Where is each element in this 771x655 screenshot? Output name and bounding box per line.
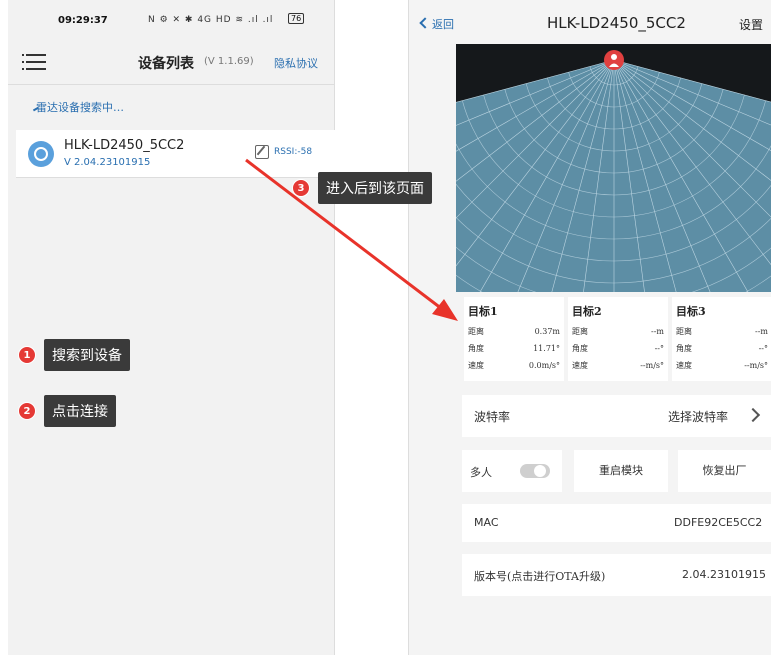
- device-title: HLK-LD2450_5CC2: [547, 14, 686, 32]
- battery-icon: 76: [288, 13, 305, 24]
- settings-button[interactable]: 设置: [739, 16, 763, 33]
- angle-value: --°: [654, 344, 664, 353]
- status-bar: 09:29:37 N ⚙ ✕ ✱ 4G HD ≋ .ıl .ıl 76: [8, 12, 335, 32]
- device-list-item[interactable]: HLK-LD2450_5CC2 V 2.04.23101915 RSSI:-58: [16, 130, 335, 178]
- restart-module-button[interactable]: 重启模块: [574, 450, 668, 492]
- distance-value: --m: [755, 327, 768, 336]
- edit-icon[interactable]: [255, 145, 269, 159]
- firmware-version-row[interactable]: 版本号(点击进行OTA升级) 2.04.23101915: [462, 554, 771, 596]
- speed-label: 速度: [676, 361, 692, 370]
- multi-person-toggle[interactable]: [520, 464, 550, 478]
- target-title: 目标2: [572, 305, 602, 318]
- mac-row: MAC DDFE92CE5CC2: [462, 504, 771, 542]
- baud-rate-row[interactable]: 波特率 选择波特率: [462, 395, 771, 437]
- search-status: 雷达设备搜索中…: [36, 101, 124, 114]
- person-head: [611, 54, 617, 60]
- annotation-step-1: 1 搜索到设备: [18, 339, 130, 371]
- baud-rate-select[interactable]: 选择波特率: [668, 408, 728, 425]
- annotation-step-2: 2 点击连接: [18, 395, 116, 427]
- device-name: HLK-LD2450_5CC2: [64, 138, 185, 153]
- mac-label: MAC: [474, 516, 499, 529]
- radar-view: [456, 44, 771, 292]
- annotation-step-3: 3 进入后到该页面: [292, 172, 432, 204]
- app-header: 设备列表 (V 1.1.69) 隐私协议: [8, 40, 335, 82]
- firmware-value: 2.04.23101915: [682, 568, 766, 581]
- status-time: 09:29:37: [58, 15, 108, 26]
- step-label: 搜索到设备: [44, 339, 130, 371]
- privacy-policy-link[interactable]: 隐私协议: [274, 55, 318, 71]
- multi-person-label: 多人: [470, 466, 492, 479]
- target-title: 目标3: [676, 305, 706, 318]
- angle-label: 角度: [468, 344, 484, 353]
- angle-value: 11.71°: [533, 344, 560, 353]
- chevron-left-icon: [419, 17, 431, 29]
- distance-label: 距离: [572, 327, 588, 336]
- device-version: V 2.04.23101915: [64, 157, 151, 168]
- step-number: 2: [18, 402, 36, 420]
- angle-label: 角度: [676, 344, 692, 353]
- firmware-label: 版本号(点击进行OTA升级): [474, 570, 606, 583]
- device-list-screen: 09:29:37 N ⚙ ✕ ✱ 4G HD ≋ .ıl .ıl 76 设备列表…: [8, 0, 335, 655]
- radar-device-icon: [28, 141, 54, 167]
- speed-value: 0.0m/s°: [528, 361, 560, 370]
- radar-fan: [456, 50, 771, 292]
- step-number: 3: [292, 179, 310, 197]
- back-button[interactable]: 返回: [419, 16, 454, 32]
- divider: [8, 84, 335, 85]
- baud-rate-label: 波特率: [474, 410, 511, 424]
- multi-person-card: 多人: [462, 450, 562, 492]
- status-bar: [409, 0, 771, 6]
- angle-value: --°: [758, 344, 768, 353]
- factory-reset-button[interactable]: 恢复出厂: [678, 450, 771, 492]
- distance-value: --m: [651, 327, 664, 336]
- step-number: 1: [18, 346, 36, 364]
- step-label: 点击连接: [44, 395, 116, 427]
- target-card: 目标1 距离 0.37m 角度 11.71° 速度 0.0m/s°: [464, 297, 564, 381]
- speed-label: 速度: [572, 361, 588, 370]
- distance-label: 距离: [468, 327, 484, 336]
- angle-label: 角度: [572, 344, 588, 353]
- speed-label: 速度: [468, 361, 484, 370]
- target-title: 目标1: [468, 305, 498, 318]
- target-card: 目标3 距离 --m 角度 --° 速度 --m/s°: [672, 297, 771, 381]
- app-version: (V 1.1.69): [204, 56, 254, 67]
- distance-label: 距离: [676, 327, 692, 336]
- rssi-value: RSSI:-58: [274, 147, 313, 157]
- radar-sector: [456, 60, 771, 292]
- back-label: 返回: [432, 18, 454, 31]
- page-title: 设备列表: [138, 56, 194, 72]
- speed-value: --m/s°: [640, 361, 664, 370]
- target-panel: 目标1 距离 0.37m 角度 11.71° 速度 0.0m/s° 目标2 距离 --m…: [464, 297, 771, 381]
- step-label: 进入后到该页面: [318, 172, 432, 204]
- status-icons: N ⚙ ✕ ✱ 4G HD ≋ .ıl .ıl: [148, 15, 274, 25]
- distance-value: 0.37m: [534, 327, 560, 336]
- chevron-right-icon: [745, 407, 761, 423]
- detail-header: 返回 HLK-LD2450_5CC2 设置: [409, 8, 771, 42]
- speed-value: --m/s°: [744, 361, 768, 370]
- mac-value: DDFE92CE5CC2: [674, 516, 763, 529]
- menu-icon[interactable]: [22, 52, 46, 70]
- target-card: 目标2 距离 --m 角度 --° 速度 --m/s°: [568, 297, 668, 381]
